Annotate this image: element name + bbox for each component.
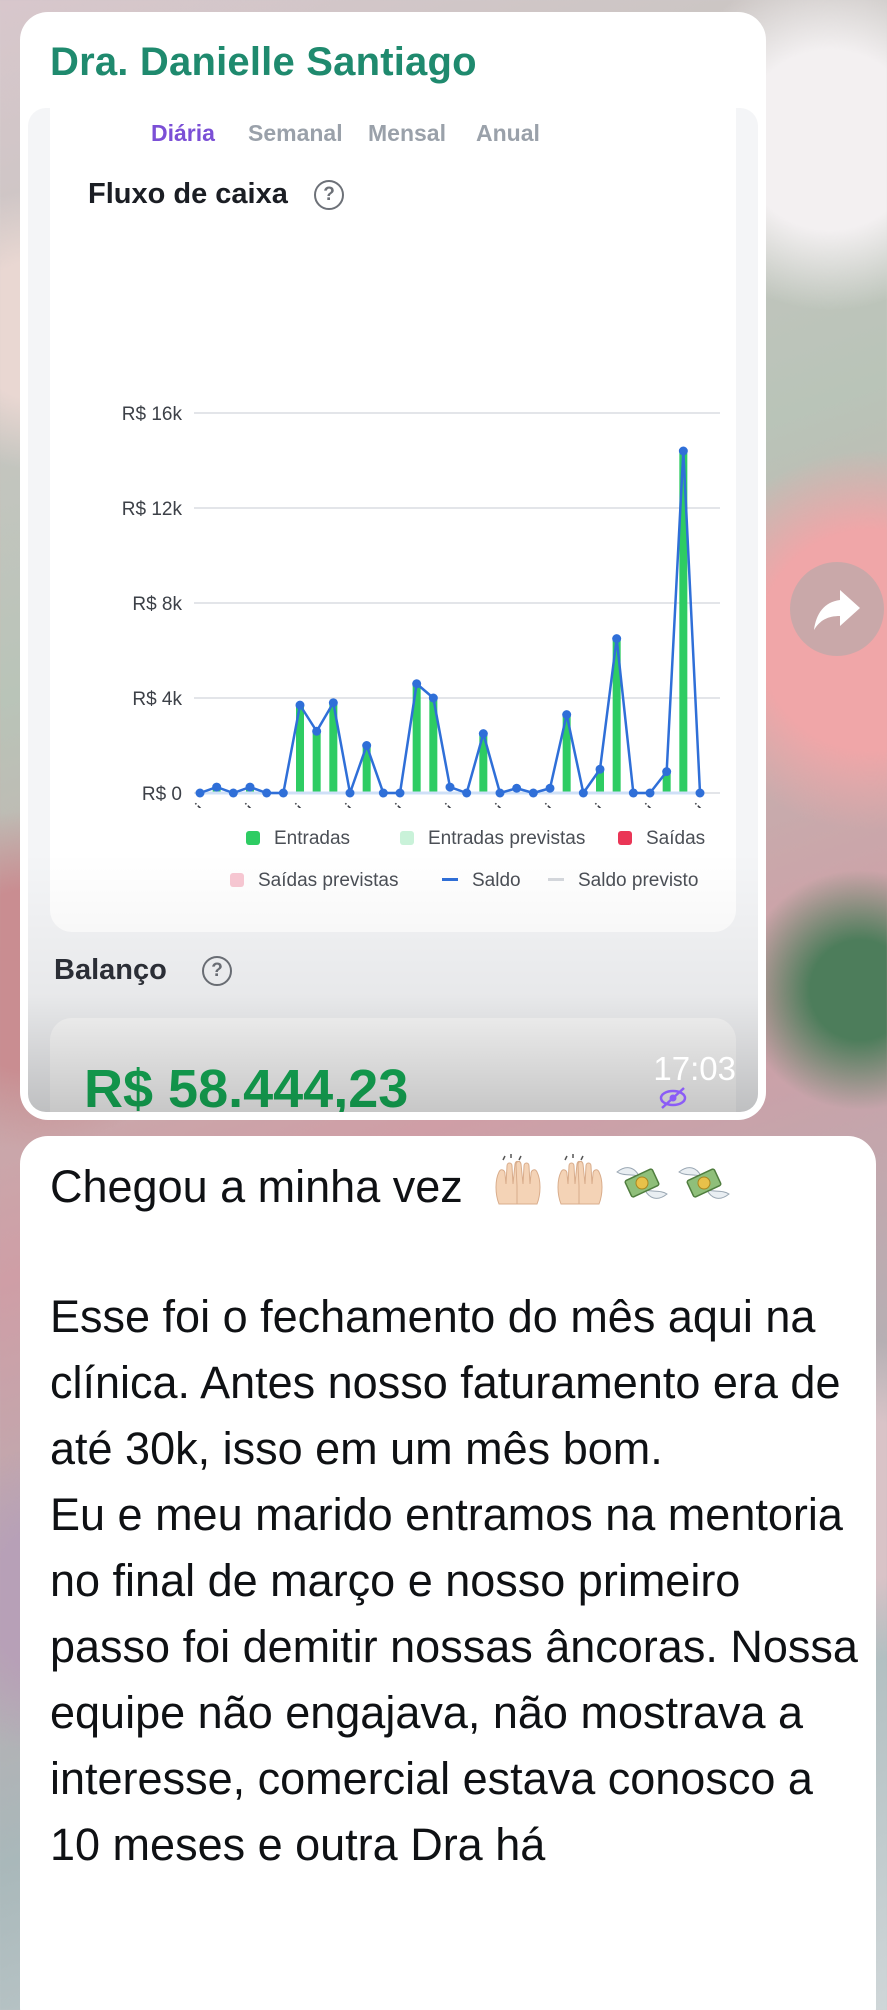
y-tick-label: R$ 16k (122, 404, 183, 425)
image-message-bubble[interactable]: Dra. Danielle Santiago Diária Semanal Me… (20, 12, 766, 1120)
saldo-point (245, 782, 255, 792)
saldo-point (395, 788, 405, 798)
x-tick-label: 25 Mai (556, 800, 608, 808)
saldo-point (445, 782, 455, 792)
saldo-point (312, 726, 322, 736)
saldo-point (528, 788, 538, 798)
x-tick-label: 4 Mai (214, 800, 259, 808)
y-tick-label: R$ 8k (132, 594, 182, 615)
saldo-point (195, 788, 205, 798)
view-once-eye-icon (659, 1087, 687, 1109)
x-tick-label: 7 Mai (264, 800, 309, 808)
saldo-point (562, 710, 572, 720)
saldo-point (412, 679, 422, 689)
saldo-point (512, 783, 522, 793)
saldo-point (478, 729, 488, 739)
saldo-point (612, 634, 622, 644)
money-with-wings-emoji (678, 1167, 731, 1199)
bar-entradas (312, 731, 321, 793)
saldo-point (345, 788, 355, 798)
legend-saidas: Saídas (618, 828, 705, 850)
message-first-line: Chegou a minha vez (50, 1154, 733, 1220)
raising-hands-emoji (557, 1154, 603, 1205)
x-tick-label: 22 Mai (506, 800, 558, 808)
saldo-point (662, 767, 672, 777)
message-greeting: Chegou a minha vez (50, 1161, 463, 1212)
y-tick-label: R$ 0 (142, 784, 182, 805)
x-tick-label: 19 Mai (456, 800, 508, 808)
saldo-point (645, 788, 655, 798)
saldo-point (378, 788, 388, 798)
saldo-point (212, 782, 222, 792)
saldo-point (695, 788, 705, 798)
y-tick-label: R$ 12k (122, 499, 183, 520)
x-tick-label: 28 Mai (606, 800, 658, 808)
cash-flow-chart: R$ 0R$ 4kR$ 8kR$ 12kR$ 16k1 Mai4 Mai7 Ma… (122, 404, 720, 808)
legend-saldo-previsto: Saldo previsto (548, 870, 698, 892)
saldo-line (199, 449, 702, 795)
shared-screenshot[interactable]: Diária Semanal Mensal Anual Fluxo de cai… (28, 108, 758, 1112)
saldo-point (678, 446, 688, 456)
balanco-title: Balanço (54, 954, 167, 986)
sender-name: Dra. Danielle Santiago (50, 40, 477, 84)
raising-hands-emoji (495, 1154, 541, 1205)
cash-flow-card: Diária Semanal Mensal Anual Fluxo de cai… (50, 108, 736, 932)
saldo-point (362, 741, 372, 750)
help-icon[interactable]: ? (314, 180, 344, 210)
x-tick-label: 31 Mai (656, 800, 708, 808)
tab-diaria[interactable]: Diária (151, 120, 215, 147)
legend-saidas-previstas: Saídas previstas (230, 870, 398, 892)
message-timestamp: 17:03 (653, 1050, 736, 1087)
saldo-point (628, 788, 638, 798)
message-body: Esse foi o fechamento do mês aqui na clí… (50, 1291, 858, 1870)
legend-entradas-previstas: Entradas previstas (400, 828, 585, 850)
saldo-point (462, 788, 472, 798)
saldo-point (428, 693, 438, 703)
tab-mensal[interactable]: Mensal (368, 120, 446, 147)
forward-arrow-icon (814, 590, 860, 630)
money-with-wings-emoji (616, 1167, 669, 1199)
balanco-help-icon[interactable]: ? (202, 956, 232, 986)
saldo-point (545, 783, 555, 793)
text-message-bubble[interactable]: Chegou a minha vez Esse foi o fechamento… (20, 1136, 876, 2010)
saldo-point (578, 788, 588, 798)
y-tick-label: R$ 4k (132, 689, 182, 710)
tab-anual[interactable]: Anual (476, 120, 540, 147)
saldo-point (495, 788, 505, 798)
legend-entradas: Entradas (246, 828, 350, 850)
x-tick-label: 16 Mai (406, 800, 458, 808)
period-tabs: Diária Semanal Mensal Anual (50, 120, 736, 160)
saldo-point (595, 764, 605, 774)
x-tick-label: 13 Mai (356, 800, 408, 808)
saldo-point (262, 788, 272, 798)
x-tick-label: 10 Mai (306, 800, 358, 808)
chart-title: Fluxo de caixa (88, 178, 288, 210)
saldo-point (278, 788, 288, 798)
legend-saldo: Saldo (442, 870, 521, 892)
saldo-point (228, 788, 238, 798)
saldo-point (328, 698, 338, 708)
saldo-point (295, 700, 305, 710)
tab-semanal[interactable]: Semanal (248, 120, 343, 147)
balanco-value: R$ 58.444,23 (84, 1059, 409, 1112)
forward-button[interactable] (790, 562, 884, 656)
